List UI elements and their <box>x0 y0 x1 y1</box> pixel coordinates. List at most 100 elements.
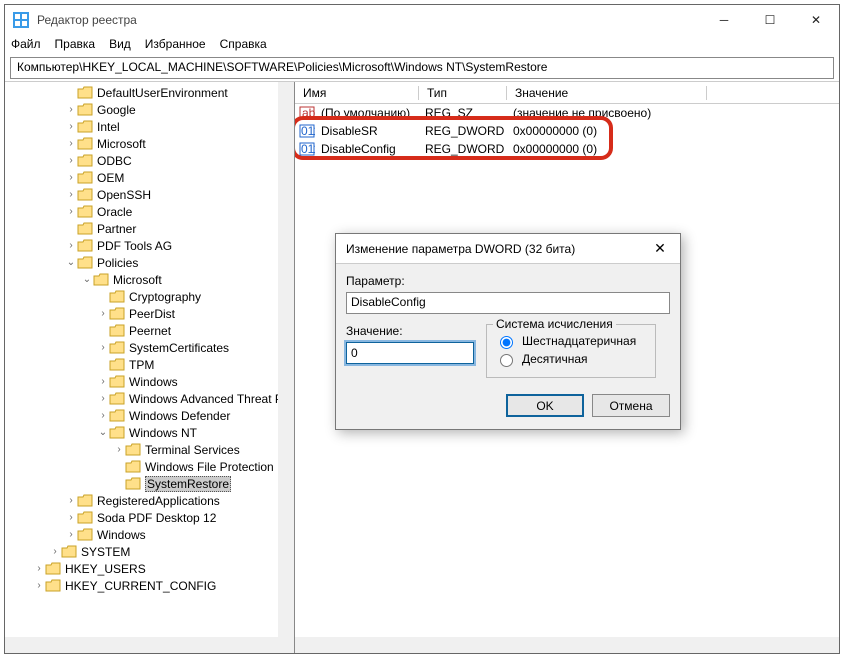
tree-item[interactable]: DefaultUserEnvironment <box>5 84 294 101</box>
ok-button[interactable]: OK <box>506 394 584 417</box>
tree-item[interactable]: ›Terminal Services <box>5 441 294 458</box>
tree-item[interactable]: › HKEY_USERS <box>5 560 294 577</box>
folder-icon <box>77 511 93 525</box>
tree-item-label: Cryptography <box>129 290 201 304</box>
tree-expand-icon[interactable]: › <box>97 342 109 353</box>
tree-expand-icon[interactable]: › <box>65 240 77 251</box>
tree-expand-icon[interactable]: › <box>97 376 109 387</box>
tree-item[interactable]: TPM <box>5 356 294 373</box>
tree-item[interactable]: Partner <box>5 220 294 237</box>
tree-item[interactable]: › Windows Advanced Threat Pr <box>5 390 294 407</box>
tree-item-label: ODBC <box>97 154 132 168</box>
tree-item[interactable]: Cryptography <box>5 288 294 305</box>
radix-dec-radio[interactable] <box>500 354 513 367</box>
value-row[interactable]: 011DisableConfigREG_DWORD0x00000000 (0) <box>295 140 839 158</box>
tree-expand-icon[interactable]: › <box>65 121 77 132</box>
value-row[interactable]: 011DisableSRREG_DWORD0x00000000 (0) <box>295 122 839 140</box>
menu-favorites[interactable]: Избранное <box>145 37 206 51</box>
tree-item[interactable]: ›Soda PDF Desktop 12 <box>5 509 294 526</box>
radix-hex-radio[interactable] <box>500 336 513 349</box>
tree-item[interactable]: ›HKEY_CURRENT_CONFIG <box>5 577 294 594</box>
tree-item-label: Windows File Protection <box>145 460 274 474</box>
cancel-button[interactable]: Отмена <box>592 394 670 417</box>
tree-item-label: Microsoft <box>113 273 162 287</box>
tree-expand-icon[interactable]: ⌄ <box>65 257 77 268</box>
address-bar[interactable]: Компьютер\HKEY_LOCAL_MACHINE\SOFTWARE\Po… <box>10 57 834 79</box>
tree-item[interactable]: ⌄Policies <box>5 254 294 271</box>
tree-item[interactable]: ⌄Windows NT <box>5 424 294 441</box>
tree-item[interactable]: ›Google <box>5 101 294 118</box>
tree-item[interactable]: Peernet <box>5 322 294 339</box>
tree-expand-icon[interactable]: › <box>97 410 109 421</box>
tree-item[interactable]: › OpenSSH <box>5 186 294 203</box>
tree-expand-icon[interactable]: › <box>33 580 45 591</box>
radix-group: Система исчисления Шестнадцатеричная Дес… <box>486 324 656 378</box>
tree-item[interactable]: › Oracle <box>5 203 294 220</box>
tree-item[interactable]: ⌄ Microsoft <box>5 271 294 288</box>
folder-icon <box>77 154 93 168</box>
tree-expand-icon[interactable]: › <box>65 189 77 200</box>
tree-item[interactable]: › Windows <box>5 373 294 390</box>
dialog-close-button[interactable]: ✕ <box>640 240 680 257</box>
tree-expand-icon[interactable]: ⌄ <box>97 427 109 438</box>
close-button[interactable]: ✕ <box>793 5 839 35</box>
tree-expand-icon[interactable]: › <box>33 563 45 574</box>
dialog-title: Изменение параметра DWORD (32 бита) <box>346 242 640 256</box>
tree-item[interactable]: ›OEM <box>5 169 294 186</box>
tree-expand-icon[interactable]: › <box>113 444 125 455</box>
tree-expand-icon[interactable]: › <box>65 104 77 115</box>
tree-item[interactable]: ›Windows <box>5 526 294 543</box>
tree-item-label: PDF Tools AG <box>97 239 172 253</box>
folder-icon <box>77 256 93 270</box>
tree-expand-icon[interactable]: › <box>97 393 109 404</box>
tree-expand-icon[interactable]: ⌄ <box>81 274 93 285</box>
col-type[interactable]: Тип <box>419 86 507 100</box>
tree-expand-icon[interactable]: › <box>49 546 61 557</box>
tree-item-label: Windows Advanced Threat Pr <box>129 392 287 406</box>
value-input[interactable] <box>346 342 474 364</box>
folder-icon <box>45 562 61 576</box>
tree-expand-icon[interactable]: › <box>65 138 77 149</box>
tree-item[interactable]: ›SYSTEM <box>5 543 294 560</box>
tree-item[interactable]: ›RegisteredApplications <box>5 492 294 509</box>
values-hscrollbar[interactable] <box>295 637 839 653</box>
value-row[interactable]: ab(По умолчанию)REG_SZ(значение не присв… <box>295 104 839 122</box>
tree-item[interactable]: › PDF Tools AG <box>5 237 294 254</box>
tree-item-label: OpenSSH <box>97 188 151 202</box>
minimize-button[interactable]: ─ <box>701 5 747 35</box>
tree-pane[interactable]: DefaultUserEnvironment›Google›Intel›Micr… <box>5 82 295 653</box>
tree-item[interactable]: › Intel <box>5 118 294 135</box>
tree-hscrollbar[interactable] <box>5 637 294 653</box>
tree-expand-icon[interactable]: › <box>97 308 109 319</box>
value-type-icon: 011 <box>299 141 315 157</box>
menu-view[interactable]: Вид <box>109 37 131 51</box>
tree-item-label: Intel <box>97 120 120 134</box>
tree-item[interactable]: ›PeerDist <box>5 305 294 322</box>
tree-item[interactable]: SystemRestore <box>5 475 294 492</box>
tree-item-label: Oracle <box>97 205 132 219</box>
tree-expand-icon[interactable]: › <box>65 495 77 506</box>
tree-item-label: Windows <box>129 375 178 389</box>
tree-item[interactable]: ›Windows Defender <box>5 407 294 424</box>
tree-item-label: HKEY_USERS <box>65 562 146 576</box>
tree-item-label: Peernet <box>129 324 171 338</box>
tree-item[interactable]: ›Microsoft <box>5 135 294 152</box>
tree-item[interactable]: Windows File Protection <box>5 458 294 475</box>
folder-icon <box>77 86 93 100</box>
folder-icon <box>93 273 109 287</box>
col-value[interactable]: Значение <box>507 86 707 100</box>
tree-vscrollbar[interactable] <box>278 82 294 653</box>
tree-item[interactable]: ›SystemCertificates <box>5 339 294 356</box>
tree-expand-icon[interactable]: › <box>65 155 77 166</box>
col-name[interactable]: Имя <box>295 86 419 100</box>
tree-expand-icon[interactable]: › <box>65 206 77 217</box>
folder-icon <box>125 477 141 491</box>
tree-item[interactable]: › ODBC <box>5 152 294 169</box>
menu-edit[interactable]: Правка <box>55 37 96 51</box>
tree-expand-icon[interactable]: › <box>65 172 77 183</box>
tree-expand-icon[interactable]: › <box>65 512 77 523</box>
menu-help[interactable]: Справка <box>220 37 267 51</box>
tree-expand-icon[interactable]: › <box>65 529 77 540</box>
menu-file[interactable]: Файл <box>11 37 41 51</box>
maximize-button[interactable]: ☐ <box>747 5 793 35</box>
